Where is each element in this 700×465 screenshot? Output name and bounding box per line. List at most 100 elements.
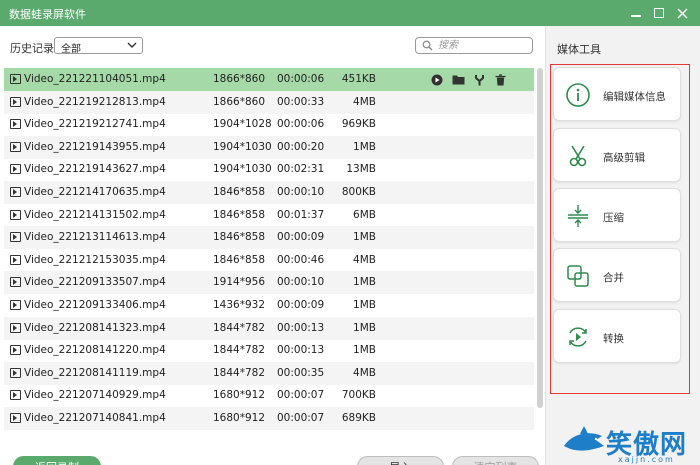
file-name: Video_221208141323.mp4 — [24, 321, 166, 334]
folder-icon[interactable] — [451, 73, 465, 87]
file-row[interactable]: Video_221207140841.mp4 1680*912 00:00:07 68… — [4, 407, 534, 430]
chevron-down-icon — [127, 40, 137, 53]
tool-edit-media-info[interactable]: 编辑媒体信息 — [553, 67, 681, 121]
minimize-icon — [631, 15, 641, 17]
file-resolution: 1844*782 — [213, 366, 266, 379]
file-name: Video_221219143627.mp4 — [24, 163, 166, 176]
file-name: Video_221209133507.mp4 — [24, 276, 166, 289]
tool-label: 高级剪辑 — [603, 152, 645, 164]
file-size: 1MB — [353, 344, 376, 357]
video-file-icon — [10, 300, 21, 310]
file-row[interactable]: Video_221219143627.mp4 1904*1030 00:02:31 1… — [4, 158, 534, 181]
file-size: 13MB — [346, 163, 376, 176]
file-row[interactable]: Video_221219143955.mp4 1904*1030 00:00:20 1… — [4, 135, 534, 159]
file-resolution: 1904*1030 — [213, 140, 272, 153]
video-file-icon — [10, 254, 21, 265]
tool-merge[interactable]: 合并 — [553, 248, 681, 302]
file-name: Video_221221104051.mp4 — [24, 73, 166, 85]
video-file-icon — [10, 322, 21, 333]
tool-advanced-cut[interactable]: 高级剪辑 — [553, 128, 681, 182]
info-icon — [565, 82, 591, 108]
maximize-icon — [654, 8, 664, 18]
clear-list-button[interactable]: 清空列表 — [452, 456, 539, 465]
file-size: 4MB — [353, 253, 376, 266]
merge-icon — [565, 263, 591, 289]
site-watermark: 笑傲网 xajjn.com — [560, 420, 700, 465]
file-row[interactable]: Video_221213114613.mp4 1846*858 00:00:09 1M… — [4, 226, 534, 250]
file-row[interactable]: Video_221219212813.mp4 1866*860 00:00:33 4M… — [4, 90, 534, 114]
close-button[interactable] — [673, 4, 691, 22]
file-resolution: 1866*860 — [213, 73, 266, 85]
search-input[interactable] — [438, 39, 528, 52]
file-row[interactable]: Video_221221104051.mp4 1866*860 00:00:06 45… — [4, 68, 534, 91]
list-scrollbar[interactable] — [537, 68, 543, 408]
file-name: Video_221219212813.mp4 — [24, 95, 166, 108]
video-file-icon — [10, 345, 21, 356]
play-icon[interactable] — [430, 73, 444, 87]
maximize-button[interactable] — [650, 4, 668, 22]
close-icon — [676, 7, 688, 19]
file-size: 1MB — [353, 321, 376, 334]
file-row[interactable]: Video_221214170635.mp4 1846*858 00:00:10 80… — [4, 181, 534, 204]
tool-label: 压缩 — [603, 212, 624, 224]
tool-compress[interactable]: 压缩 — [553, 188, 681, 242]
file-size: 700KB — [341, 389, 376, 402]
file-size: 689KB — [341, 412, 376, 424]
file-size: 4MB — [353, 366, 376, 379]
file-resolution: 1436*932 — [213, 299, 266, 311]
edit-tool-icon[interactable] — [472, 73, 486, 87]
tool-label: 转换 — [603, 333, 624, 345]
file-row[interactable]: Video_221209133406.mp4 1436*932 00:00:09 1M… — [4, 294, 534, 317]
file-name: Video_221208141119.mp4 — [24, 366, 166, 379]
trash-icon[interactable] — [493, 73, 507, 87]
history-panel: 历史记录 全部 Video_221221104051.mp41866*86000… — [0, 26, 545, 465]
file-row[interactable]: Video_221212153035.mp4 1846*858 00:00:46 4M… — [4, 249, 534, 272]
video-file-icon — [10, 390, 21, 401]
search-box[interactable] — [415, 37, 533, 54]
file-resolution: 1846*858 — [213, 253, 266, 266]
file-size: 1MB — [353, 299, 376, 311]
row-actions — [430, 72, 507, 87]
history-label: 历史记录 — [10, 42, 54, 55]
watermark-subtext: xajjn.com — [618, 455, 675, 464]
back-to-record-button[interactable]: 返回录制 — [13, 456, 101, 465]
file-row[interactable]: Video_221208141323.mp4 1844*782 00:00:13 1M… — [4, 316, 534, 340]
media-tools-panel: 媒体工具 编辑媒体信息 高级剪辑 压缩 合并 转换 — [545, 26, 700, 465]
shark-logo-icon — [562, 424, 606, 465]
video-file-icon — [10, 232, 21, 243]
history-filter-value: 全部 — [61, 44, 81, 55]
video-file-icon — [10, 164, 21, 175]
file-row[interactable]: Video_221208141119.mp4 1844*782 00:00:35 4M… — [4, 361, 534, 385]
media-tools-title: 媒体工具 — [557, 43, 601, 56]
file-size: 6MB — [353, 208, 376, 221]
video-file-icon — [10, 187, 21, 197]
file-row[interactable]: Video_221209133507.mp4 1914*956 00:00:10 1M… — [4, 271, 534, 295]
file-resolution: 1846*858 — [213, 186, 266, 198]
file-size: 969KB — [341, 118, 376, 131]
title-bar: 数据蛙录屏软件 — [0, 0, 700, 26]
scissors-icon — [565, 143, 591, 169]
file-row[interactable]: Video_221207140929.mp4 1680*912 00:00:07 70… — [4, 384, 534, 407]
file-size: 1MB — [353, 231, 376, 244]
history-filter-select[interactable]: 全部 — [54, 37, 143, 55]
tool-label: 编辑媒体信息 — [603, 91, 666, 103]
video-file-icon — [10, 119, 21, 130]
import-button[interactable]: 导入 — [357, 456, 444, 465]
convert-icon — [565, 324, 591, 350]
file-name: Video_221208141220.mp4 — [24, 344, 166, 357]
video-file-icon — [10, 209, 21, 220]
file-row[interactable]: Video_221208141220.mp4 1844*782 00:00:13 1M… — [4, 339, 534, 362]
video-file-icon — [10, 141, 21, 152]
file-list: Video_221221104051.mp4 1866*860 00:00:06 45… — [4, 66, 534, 452]
file-resolution: 1904*1028 — [213, 118, 272, 131]
file-row[interactable]: Video_221214131502.mp4 1846*858 00:01:37 6M… — [4, 204, 534, 227]
file-resolution: 1680*912 — [213, 389, 266, 402]
file-row[interactable]: Video_221219212741.mp4 1904*1028 00:00:06 9… — [4, 113, 534, 136]
file-size: 800KB — [341, 186, 376, 198]
file-resolution: 1846*858 — [213, 208, 266, 221]
window-title: 数据蛙录屏软件 — [9, 8, 86, 21]
file-resolution: 1866*860 — [213, 95, 266, 108]
minimize-button[interactable] — [627, 4, 645, 22]
file-resolution: 1846*858 — [213, 231, 266, 244]
tool-convert[interactable]: 转换 — [553, 309, 681, 363]
